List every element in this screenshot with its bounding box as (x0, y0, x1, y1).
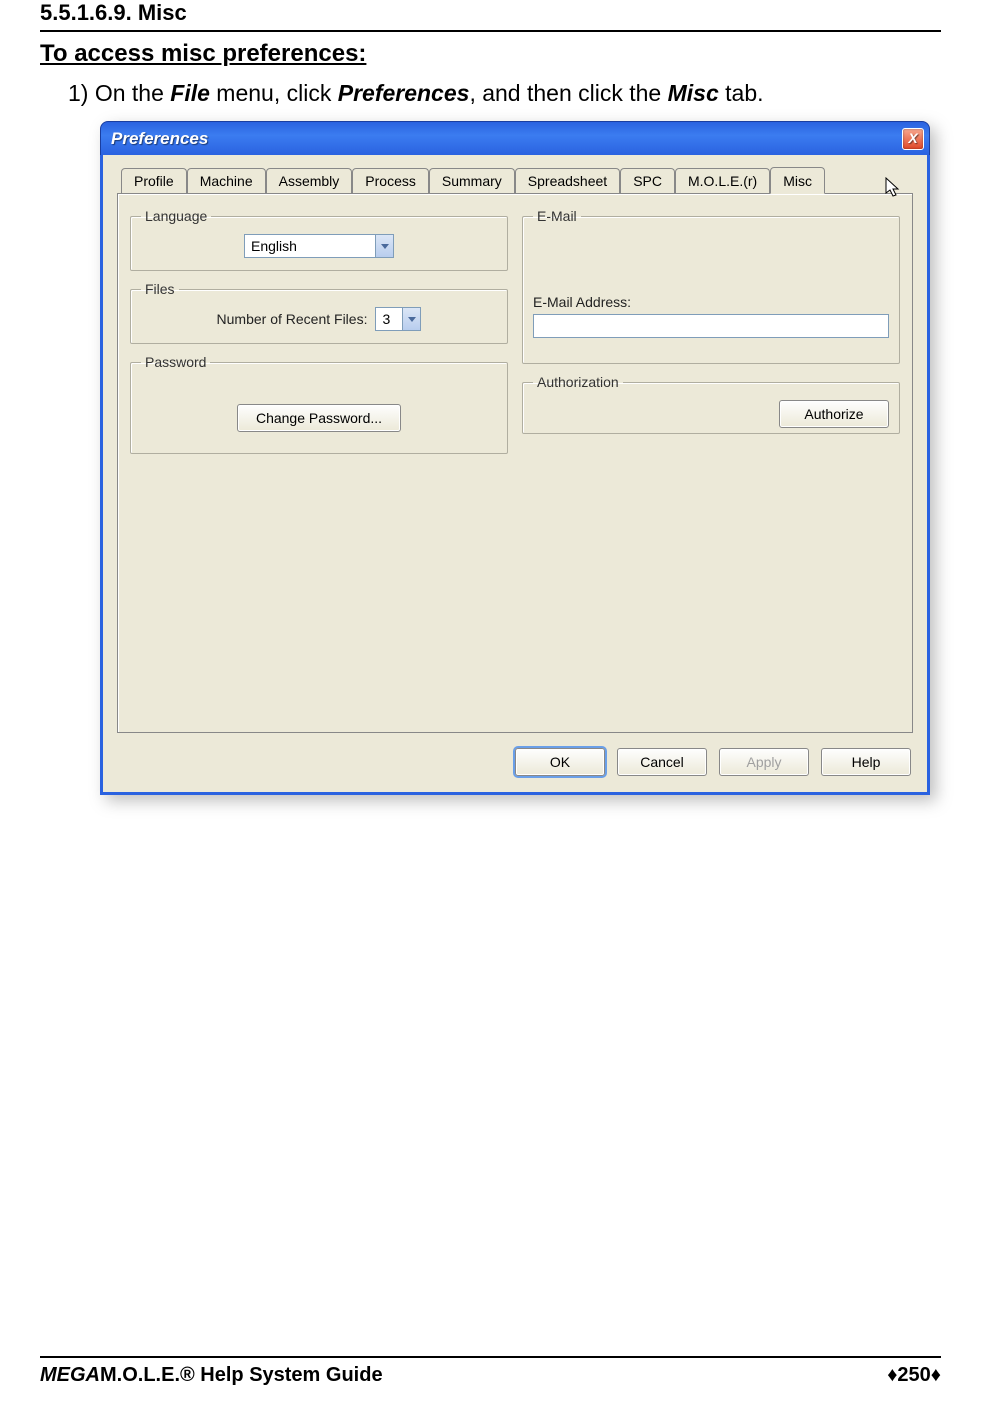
legend-password: Password (141, 354, 210, 370)
legend-email: E-Mail (533, 208, 581, 224)
recent-files-dropdown-button[interactable] (402, 308, 420, 330)
recent-files-value: 3 (376, 308, 402, 330)
dialog-button-row: OK Cancel Apply Help (103, 748, 927, 776)
dialog-body: Profile Machine Assembly Process Summary… (100, 155, 930, 795)
footer-rule (40, 1356, 941, 1358)
titlebar[interactable]: Preferences X (100, 121, 930, 155)
language-value: English (245, 235, 375, 257)
group-authorization: Authorization Authorize (522, 374, 900, 434)
chevron-down-icon (408, 317, 416, 322)
tab-assembly[interactable]: Assembly (266, 168, 353, 193)
instr-misc: Misc (668, 80, 719, 106)
right-column: E-Mail E-Mail Address: Authorization Aut… (522, 208, 900, 464)
group-email: E-Mail E-Mail Address: (522, 208, 900, 364)
page-footer: MEGAM.O.L.E.® Help System Guide ♦250♦ (0, 1356, 981, 1387)
email-input[interactable] (533, 314, 889, 338)
diamond-icon: ♦ (887, 1364, 897, 1386)
group-files: Files Number of Recent Files: 3 (130, 281, 508, 344)
chevron-down-icon (381, 244, 389, 249)
legend-authorization: Authorization (533, 374, 623, 390)
instr-part: tab. (719, 80, 764, 106)
tab-summary[interactable]: Summary (429, 168, 515, 193)
instr-part: menu, click (210, 80, 338, 106)
cancel-button[interactable]: Cancel (617, 748, 707, 776)
legend-language: Language (141, 208, 211, 224)
language-dropdown-button[interactable] (375, 235, 393, 257)
tab-misc[interactable]: Misc (770, 167, 825, 194)
left-column: Language English (130, 208, 508, 464)
tab-panel-misc: Language English (117, 193, 913, 733)
dialog-title: Preferences (111, 129, 208, 149)
heading-rule (40, 30, 941, 32)
instr-file: File (170, 80, 210, 106)
instr-pref: Preferences (338, 80, 470, 106)
tab-process[interactable]: Process (352, 168, 429, 193)
footer-guide-rest: M.O.L.E.® Help System Guide (100, 1364, 383, 1386)
recent-files-label: Number of Recent Files: (217, 311, 368, 327)
close-icon: X (908, 130, 917, 146)
diamond-icon: ♦ (931, 1364, 941, 1386)
tab-strip: Profile Machine Assembly Process Summary… (121, 167, 913, 193)
section-subheading: To access misc preferences: (40, 40, 941, 68)
legend-files: Files (141, 281, 179, 297)
footer-guide: MEGAM.O.L.E.® Help System Guide (40, 1364, 383, 1387)
tab-spreadsheet[interactable]: Spreadsheet (515, 168, 620, 193)
change-password-button[interactable]: Change Password... (237, 404, 401, 432)
instr-part: 1) On the (68, 80, 170, 106)
apply-button: Apply (719, 748, 809, 776)
footer-page: ♦250♦ (887, 1364, 941, 1387)
footer-guide-pre: MEGA (40, 1364, 100, 1386)
tab-profile[interactable]: Profile (121, 168, 187, 193)
tab-spc[interactable]: SPC (620, 168, 675, 193)
tab-machine[interactable]: Machine (187, 168, 266, 193)
recent-files-dropdown[interactable]: 3 (375, 307, 421, 331)
email-label: E-Mail Address: (533, 294, 889, 310)
tab-mole[interactable]: M.O.L.E.(r) (675, 168, 770, 193)
group-password: Password Change Password... (130, 354, 508, 454)
ok-button[interactable]: OK (515, 748, 605, 776)
group-language: Language English (130, 208, 508, 271)
help-button[interactable]: Help (821, 748, 911, 776)
close-button[interactable]: X (902, 128, 924, 150)
section-heading: 5.5.1.6.9. Misc (40, 0, 941, 28)
preferences-dialog: Preferences X Profile Machine Assembly P… (100, 121, 930, 795)
language-dropdown[interactable]: English (244, 234, 394, 258)
page-number: 250 (897, 1364, 930, 1386)
instr-part: , and then click the (469, 80, 667, 106)
authorize-button[interactable]: Authorize (779, 400, 889, 428)
cursor-icon (885, 177, 901, 199)
instruction-text: 1) On the File menu, click Preferences, … (68, 80, 941, 107)
